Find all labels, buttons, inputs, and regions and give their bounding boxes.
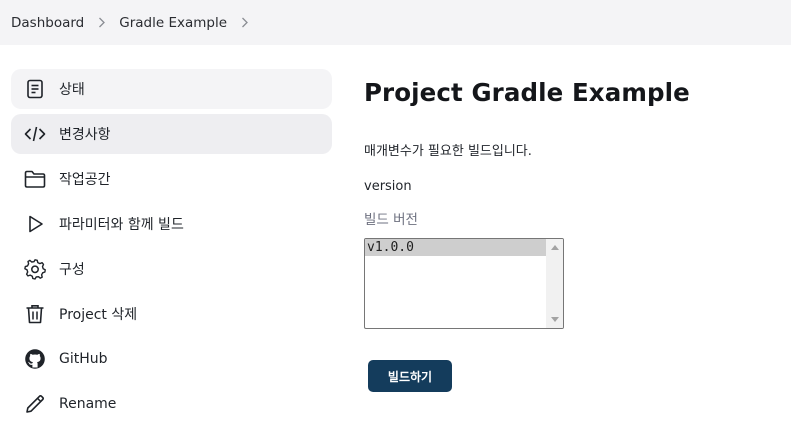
sidebar-item-label: 상태 [59, 82, 85, 98]
breadcrumb: Dashboard Gradle Example [0, 0, 791, 45]
sidebar-item-status[interactable]: 상태 [11, 69, 332, 109]
page-title: Project Gradle Example [364, 78, 690, 107]
sidebar-item-build-with-parameters[interactable]: 파라미터와 함께 빌드 [11, 204, 332, 244]
breadcrumb-gradle-example[interactable]: Gradle Example [119, 15, 227, 31]
gear-icon [24, 258, 46, 280]
sidebar-item-changes[interactable]: 변경사항 [11, 114, 332, 154]
version-select-list[interactable]: v1.0.0 [364, 238, 564, 329]
parameter-description: 빌드 버전 [364, 212, 418, 228]
sidebar-item-rename[interactable]: Rename [11, 384, 332, 424]
scrollbar[interactable] [546, 239, 563, 328]
trash-icon [24, 303, 46, 325]
parameter-name: version [364, 179, 412, 194]
build-description: 매개변수가 필요한 빌드입니다. [364, 144, 532, 159]
sidebar-item-label: 구성 [59, 262, 85, 278]
play-icon [24, 213, 46, 235]
scroll-down-icon[interactable] [546, 312, 563, 327]
sidebar-item-label: Project 삭제 [59, 307, 138, 323]
pencil-icon [24, 393, 46, 415]
breadcrumb-dashboard[interactable]: Dashboard [11, 15, 84, 31]
document-icon [24, 78, 46, 100]
sidebar-item-label: 파라미터와 함께 빌드 [59, 217, 184, 233]
sidebar-item-configure[interactable]: 구성 [11, 249, 332, 289]
sidebar-item-workspace[interactable]: 작업공간 [11, 159, 332, 199]
code-icon [24, 123, 46, 145]
chevron-right-icon [98, 17, 106, 28]
sidebar-item-github[interactable]: GitHub [11, 339, 332, 379]
sidebar-item-label: 작업공간 [59, 172, 111, 188]
build-button[interactable]: 빌드하기 [368, 360, 452, 392]
main-content: Project Gradle Example 매개변수가 필요한 빌드입니다. … [364, 78, 784, 392]
folder-icon [24, 168, 46, 190]
version-option[interactable]: v1.0.0 [365, 239, 546, 256]
github-icon [24, 348, 46, 370]
sidebar-item-label: GitHub [59, 351, 108, 367]
sidebar-item-delete-project[interactable]: Project 삭제 [11, 294, 332, 334]
sidebar-item-label: 변경사항 [59, 127, 111, 143]
chevron-right-icon[interactable] [241, 17, 249, 28]
sidebar-item-label: Rename [59, 396, 117, 412]
scroll-up-icon[interactable] [546, 240, 563, 255]
sidebar: 상태 변경사항 작업공간 파라미터와 함께 빌드 구성 Project 삭제 G… [11, 69, 332, 429]
